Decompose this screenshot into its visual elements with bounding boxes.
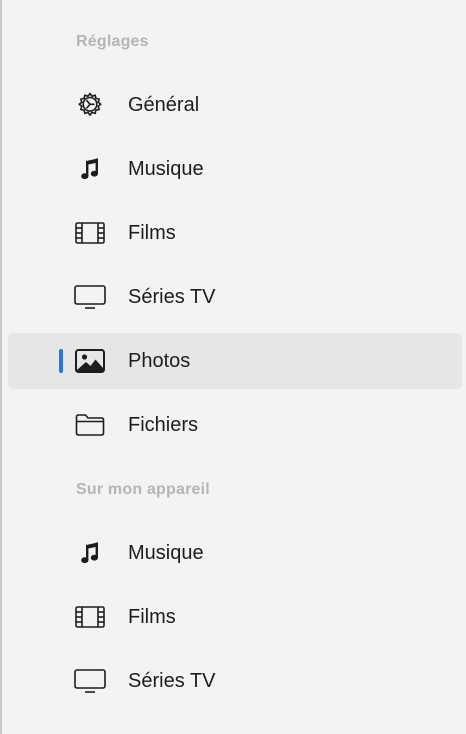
sidebar-item-photos[interactable]: Photos [8,333,462,389]
sidebar: Réglages Général Musique Films Séries TV… [0,0,466,734]
music-note-icon [72,539,108,567]
sidebar-item-label: Films [128,606,176,628]
photo-icon [72,347,108,375]
sidebar-item-files[interactable]: Fichiers [8,397,462,453]
film-icon [72,603,108,631]
sidebar-item-music[interactable]: Musique [8,141,462,197]
music-note-icon [72,155,108,183]
sidebar-item-films[interactable]: Films [8,205,462,261]
section-header-on-device: Sur mon appareil [76,481,210,498]
gear-icon [72,91,108,119]
sidebar-item-general[interactable]: Général [8,77,462,133]
tv-icon [72,283,108,311]
device-item-tv-shows[interactable]: Séries TV [8,653,462,709]
sidebar-item-label: Films [128,222,176,244]
device-item-films[interactable]: Films [8,589,462,645]
film-icon [72,219,108,247]
device-item-music[interactable]: Musique [8,525,462,581]
section-header-settings: Réglages [76,33,149,50]
sidebar-item-label: Fichiers [128,414,199,436]
sidebar-item-label: Photos [128,350,191,372]
sidebar-item-tv-shows[interactable]: Séries TV [8,269,462,325]
sidebar-item-label: Séries TV [128,286,216,308]
selection-indicator [59,349,63,373]
sidebar-item-label: Musique [128,542,204,564]
folder-icon [72,411,108,439]
sidebar-item-label: Général [128,94,200,116]
sidebar-item-label: Séries TV [128,670,216,692]
sidebar-item-label: Musique [128,158,204,180]
tv-icon [72,667,108,695]
